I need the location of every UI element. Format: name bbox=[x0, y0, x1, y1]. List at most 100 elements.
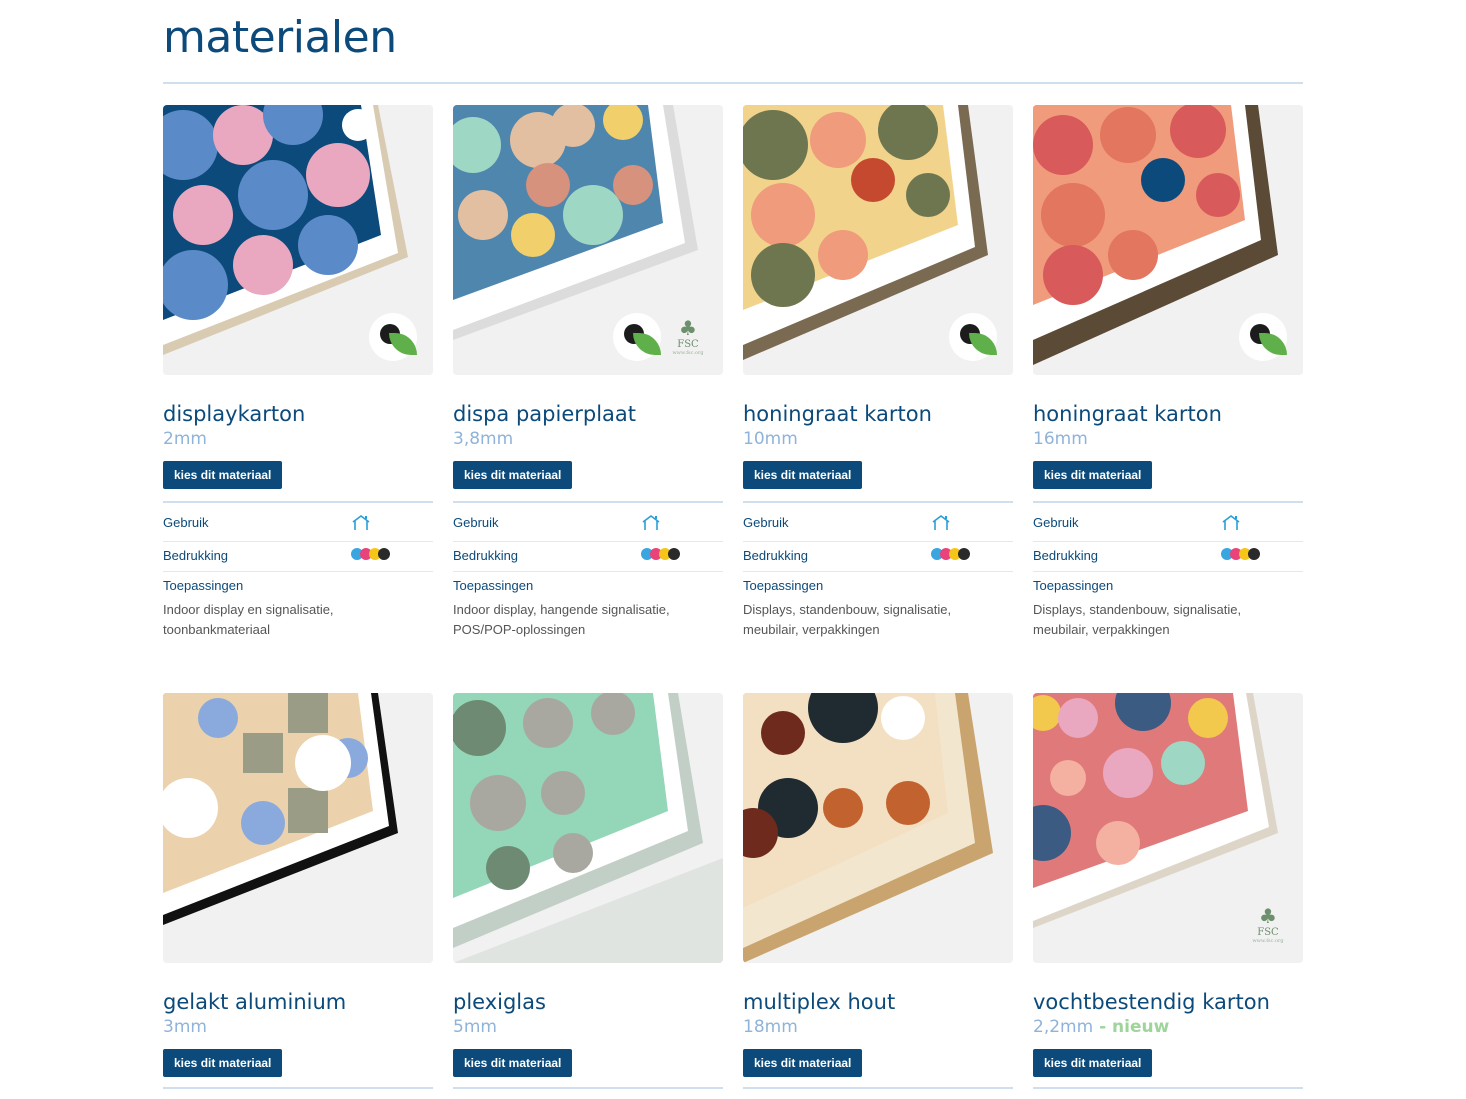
applications-text: Indoor display, hangende signalisatie, P… bbox=[453, 602, 670, 637]
material-card: gelakt aluminium 3mm kies dit materiaal bbox=[163, 693, 433, 1089]
usage-label: Gebruik bbox=[453, 515, 499, 530]
usage-row: Gebruik bbox=[743, 515, 1013, 535]
divider bbox=[743, 571, 1013, 572]
printing-row: Bedrukking bbox=[453, 548, 723, 568]
material-image[interactable] bbox=[743, 693, 1013, 963]
printing-label: Bedrukking bbox=[743, 548, 809, 563]
usage-label: Gebruik bbox=[163, 515, 209, 530]
material-name: plexiglas bbox=[453, 990, 546, 1014]
material-image[interactable]: ♣ FSC www.fsc.org bbox=[453, 105, 723, 375]
applications-label: Toepassingen bbox=[743, 578, 824, 593]
material-thickness: 18mm bbox=[743, 1017, 798, 1037]
material-name: gelakt aluminium bbox=[163, 990, 347, 1014]
indoor-house-icon bbox=[351, 515, 371, 534]
divider bbox=[453, 571, 723, 572]
material-name: vochtbestendig karton bbox=[1033, 990, 1270, 1014]
divider bbox=[163, 501, 433, 503]
choose-material-button[interactable]: kies dit materiaal bbox=[743, 1049, 863, 1077]
usage-row: Gebruik bbox=[163, 515, 433, 535]
divider bbox=[743, 541, 1013, 542]
cmyk-dots-icon bbox=[931, 548, 970, 560]
material-thickness: 3mm bbox=[163, 1017, 207, 1037]
choose-material-button[interactable]: kies dit materiaal bbox=[1033, 461, 1153, 489]
usage-row: Gebruik bbox=[1033, 515, 1303, 535]
divider bbox=[743, 501, 1013, 503]
choose-material-button[interactable]: kies dit materiaal bbox=[163, 1049, 283, 1077]
applications-text: Indoor display en signalisatie, toonbank… bbox=[163, 602, 334, 637]
material-image[interactable] bbox=[453, 693, 723, 963]
material-image[interactable]: ♣ FSC www.fsc.org bbox=[1033, 693, 1303, 963]
material-card: plexiglas 5mm kies dit materiaal bbox=[453, 693, 723, 1089]
eco-leaf-icon bbox=[613, 313, 661, 361]
material-card: honingraat karton 16mm kies dit materiaa… bbox=[1033, 105, 1303, 637]
material-thickness: 10mm bbox=[743, 429, 798, 449]
material-name: honingraat karton bbox=[743, 402, 932, 426]
material-card: displaykarton 2mm kies dit materiaal Geb… bbox=[163, 105, 433, 637]
indoor-house-icon bbox=[641, 515, 661, 534]
divider bbox=[1033, 541, 1303, 542]
choose-material-button[interactable]: kies dit materiaal bbox=[163, 461, 283, 489]
divider bbox=[1033, 501, 1303, 503]
applications-label: Toepassingen bbox=[1033, 578, 1114, 593]
material-card: multiplex hout 18mm kies dit materiaal bbox=[743, 693, 1013, 1089]
indoor-house-icon bbox=[931, 515, 951, 534]
choose-material-button[interactable]: kies dit materiaal bbox=[453, 461, 573, 489]
material-thickness: 3,8mm bbox=[453, 429, 514, 449]
material-thickness: 16mm bbox=[1033, 429, 1088, 449]
cmyk-dots-icon bbox=[351, 548, 390, 560]
material-thickness: 2,2mm - nieuw bbox=[1033, 1017, 1170, 1037]
divider bbox=[743, 1087, 1013, 1089]
applications-label: Toepassingen bbox=[163, 578, 244, 593]
material-thickness: 2mm bbox=[163, 429, 207, 449]
printing-label: Bedrukking bbox=[453, 548, 519, 563]
usage-row: Gebruik bbox=[453, 515, 723, 535]
cmyk-dots-icon bbox=[1221, 548, 1260, 560]
applications-label: Toepassingen bbox=[453, 578, 534, 593]
material-name: displaykarton bbox=[163, 402, 306, 426]
applications-row: Toepassingen bbox=[163, 578, 433, 598]
printing-label: Bedrukking bbox=[1033, 548, 1099, 563]
indoor-house-icon bbox=[1221, 515, 1241, 534]
divider bbox=[163, 1087, 433, 1089]
applications-text: Displays, standenbouw, signalisatie, meu… bbox=[1033, 602, 1242, 637]
divider bbox=[453, 541, 723, 542]
usage-label: Gebruik bbox=[743, 515, 789, 530]
choose-material-button[interactable]: kies dit materiaal bbox=[1033, 1049, 1153, 1077]
material-image[interactable] bbox=[163, 105, 433, 375]
multiplex-hout-artwork bbox=[743, 693, 1013, 963]
cmyk-dots-icon bbox=[641, 548, 680, 560]
choose-material-button[interactable]: kies dit materiaal bbox=[743, 461, 863, 489]
divider bbox=[1033, 1087, 1303, 1089]
eco-leaf-icon bbox=[1239, 313, 1287, 361]
material-thickness: 5mm bbox=[453, 1017, 497, 1037]
eco-leaf-icon bbox=[369, 313, 417, 361]
material-image[interactable] bbox=[743, 105, 1013, 375]
material-image[interactable] bbox=[1033, 105, 1303, 375]
plexiglas-artwork bbox=[453, 693, 723, 963]
divider bbox=[453, 1087, 723, 1089]
divider bbox=[1033, 571, 1303, 572]
gelakt-aluminium-artwork bbox=[163, 693, 433, 963]
applications-row: Toepassingen bbox=[453, 578, 723, 598]
printing-row: Bedrukking bbox=[163, 548, 433, 568]
fsc-logo: ♣ FSC www.fsc.org bbox=[1252, 904, 1284, 944]
eco-leaf-icon bbox=[949, 313, 997, 361]
material-name: dispa papierplaat bbox=[453, 402, 637, 426]
divider bbox=[163, 571, 433, 572]
printing-row: Bedrukking bbox=[1033, 548, 1303, 568]
title-divider bbox=[163, 82, 1303, 84]
choose-material-button[interactable]: kies dit materiaal bbox=[453, 1049, 573, 1077]
material-name: honingraat karton bbox=[1033, 402, 1222, 426]
material-card: ♣ FSC www.fsc.org dispa papierplaat 3,8mm … bbox=[453, 105, 723, 637]
applications-row: Toepassingen bbox=[1033, 578, 1303, 598]
material-image[interactable] bbox=[163, 693, 433, 963]
applications-text: Displays, standenbouw, signalisatie, meu… bbox=[743, 602, 952, 637]
material-card: honingraat karton 10mm kies dit materiaa… bbox=[743, 105, 1013, 637]
printing-label: Bedrukking bbox=[163, 548, 229, 563]
page-title: materialen bbox=[163, 12, 397, 63]
divider bbox=[163, 541, 433, 542]
fsc-logo: ♣ FSC www.fsc.org bbox=[672, 316, 704, 356]
usage-label: Gebruik bbox=[1033, 515, 1079, 530]
applications-row: Toepassingen bbox=[743, 578, 1013, 598]
printing-row: Bedrukking bbox=[743, 548, 1013, 568]
